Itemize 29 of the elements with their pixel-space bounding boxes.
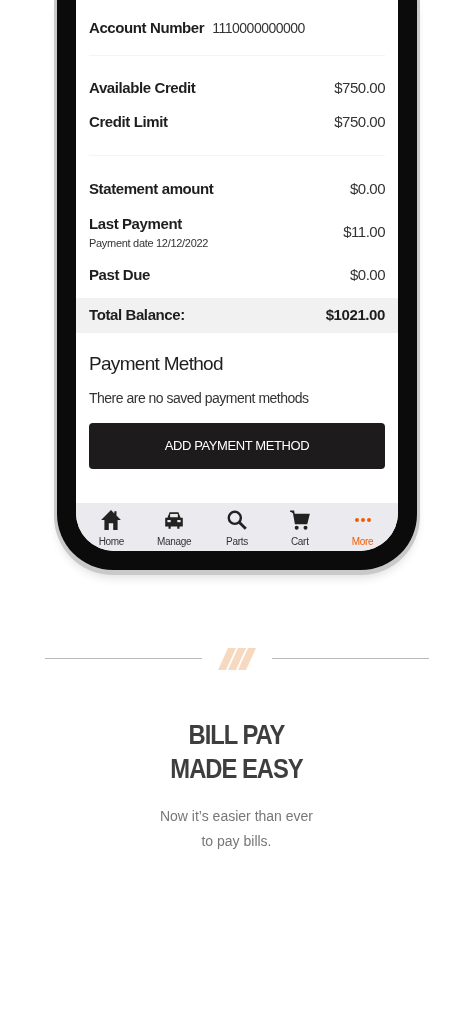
row-value: $750.00 <box>334 111 385 132</box>
row-value: $11.00 <box>343 221 385 242</box>
account-label: Account Number <box>89 17 205 38</box>
row-label: Statement amount <box>89 179 214 199</box>
section-title: Payment Method <box>89 352 224 376</box>
tab-item[interactable]: Manage <box>149 508 200 549</box>
total-value: $1021.00 <box>325 305 385 326</box>
total-label: Total Balance: <box>89 305 185 326</box>
row-label: Credit Limit <box>89 111 168 132</box>
add-payment-button[interactable]: ADD PAYMENT METHOD <box>89 422 385 469</box>
account-number: 1110000000000 <box>212 18 305 38</box>
cart-icon <box>288 508 311 531</box>
row-value: $0.00 <box>349 179 385 199</box>
search-icon <box>226 508 248 531</box>
headline: BILL PAY MADE EASY <box>169 717 304 786</box>
row-label: Last Payment <box>89 213 183 234</box>
home-icon <box>100 508 123 531</box>
row-value: $0.00 <box>349 264 385 285</box>
row-label: Available Credit <box>89 78 196 98</box>
row-value: $750.00 <box>334 78 385 98</box>
payment-date: Payment date 12/12/2022 <box>89 236 209 251</box>
promo-text: Now it’s easier than ever to pay bills. <box>158 806 314 851</box>
tab-item[interactable]: Home <box>86 508 137 549</box>
row-label: Past Due <box>89 264 150 285</box>
stripes-icon <box>218 647 256 670</box>
more-icon <box>354 517 371 522</box>
tab-item[interactable]: Parts <box>212 508 262 549</box>
tab-item[interactable]: Cart <box>274 508 325 549</box>
empty-message: There are no saved payment methods <box>89 388 310 408</box>
